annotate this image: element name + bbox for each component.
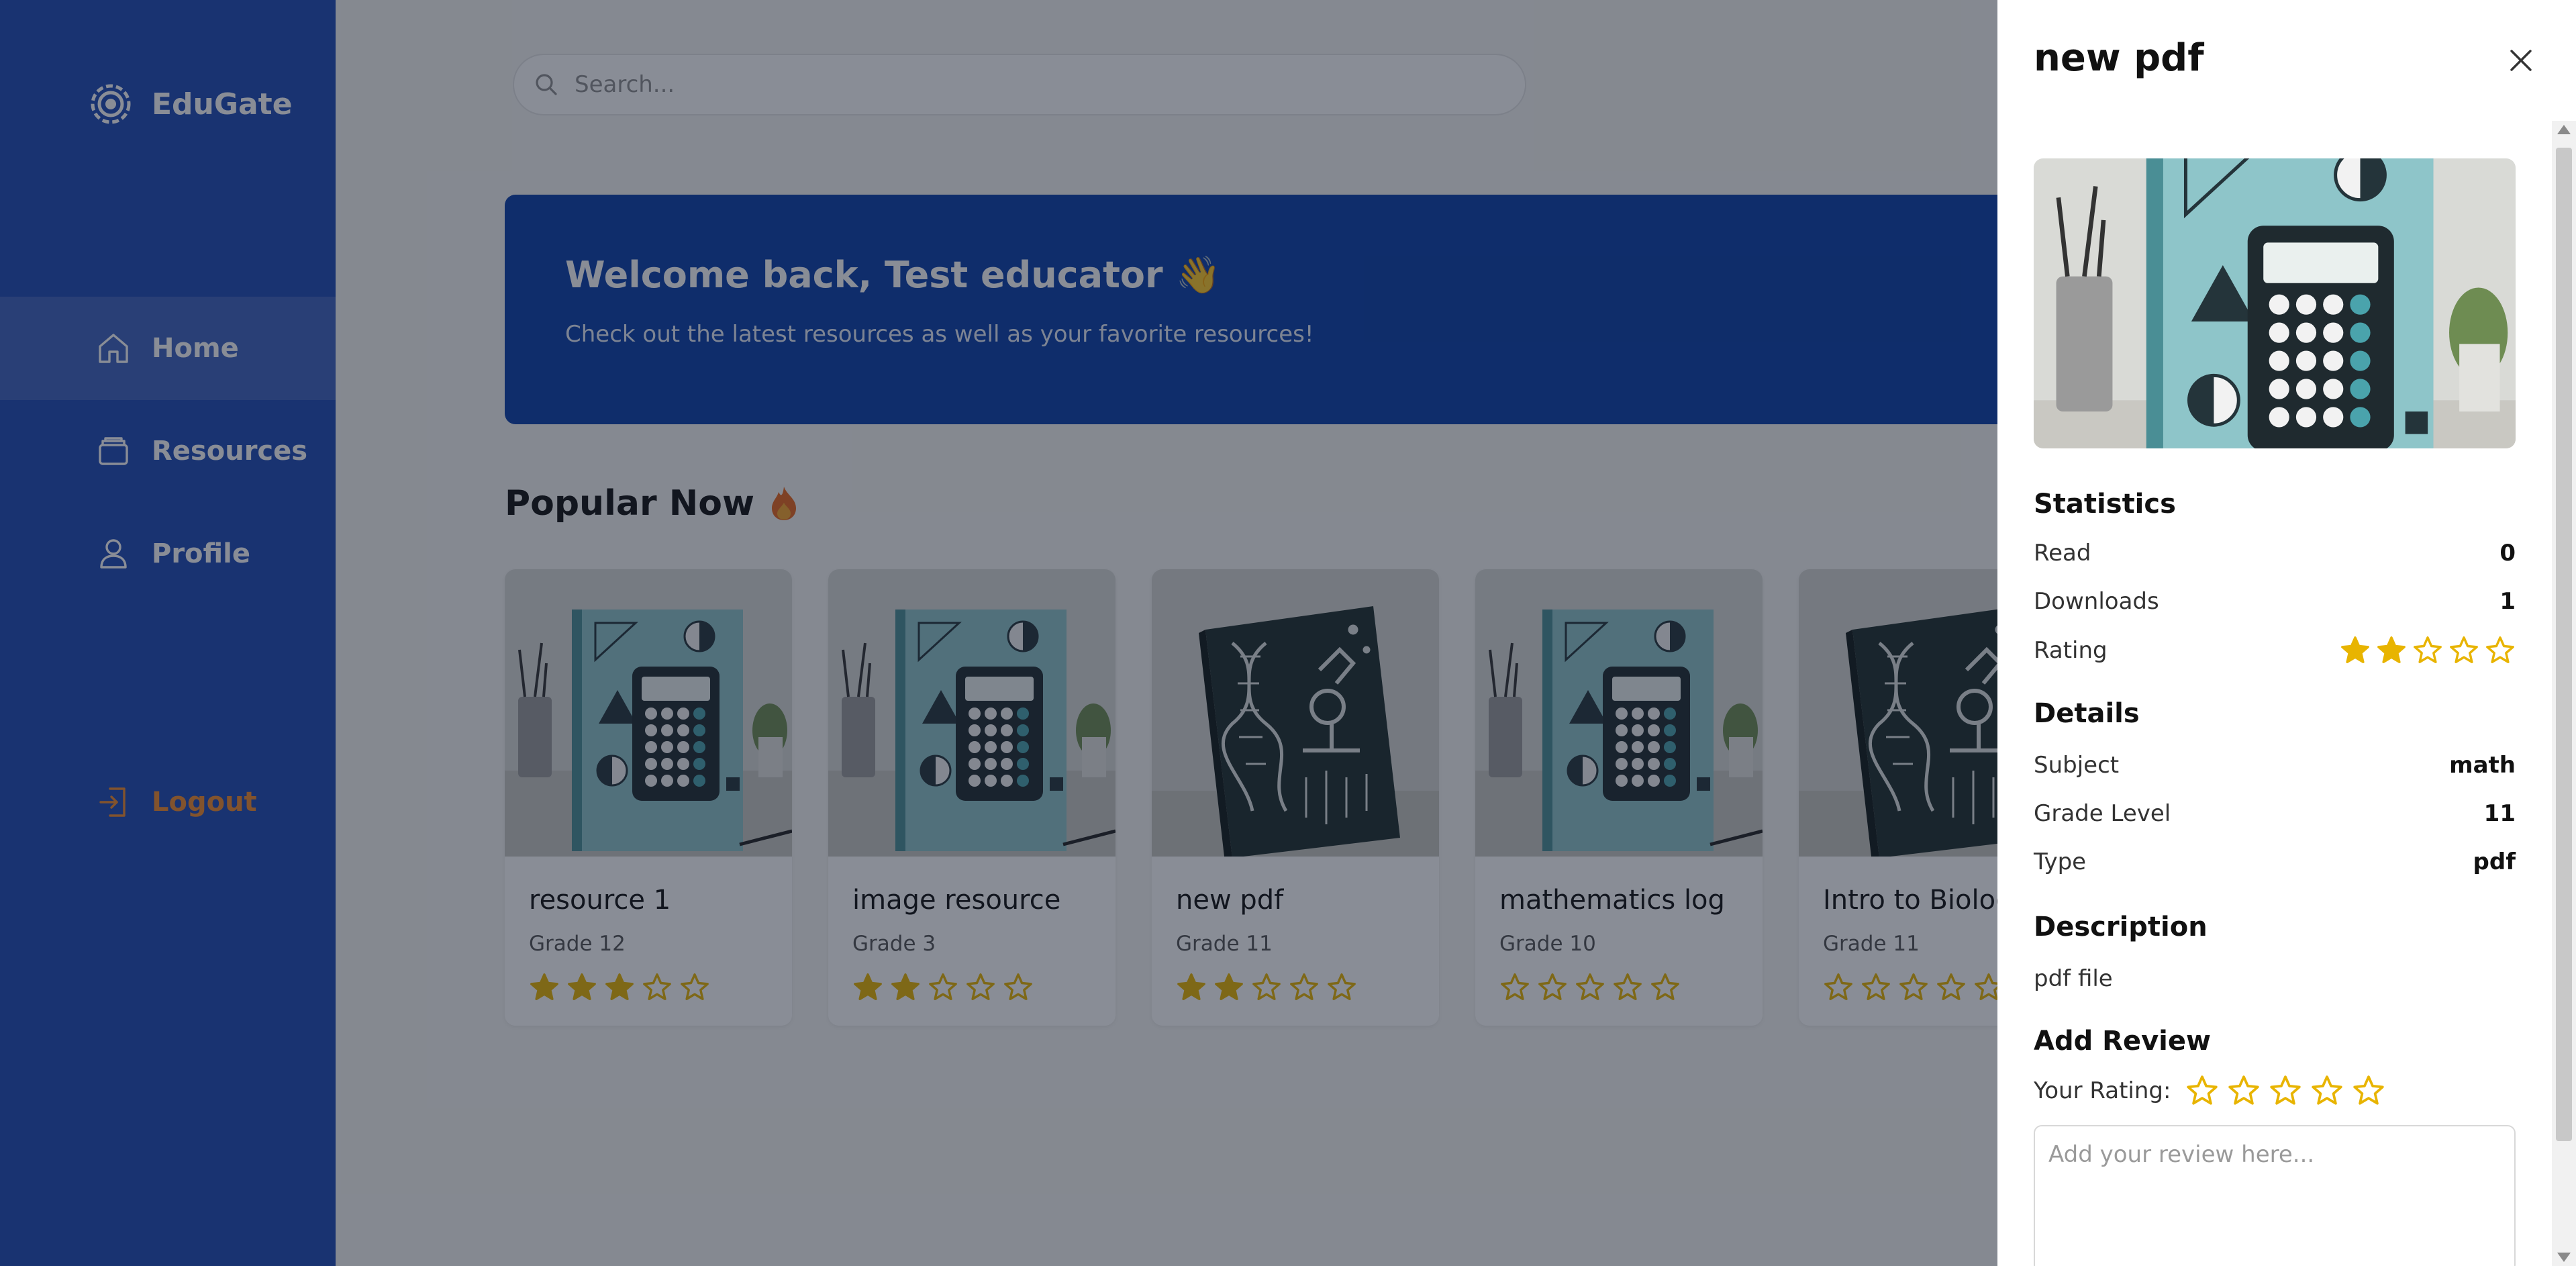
star-empty-icon bbox=[2486, 636, 2514, 663]
scroll-thumb[interactable] bbox=[2556, 148, 2572, 1141]
downloads-label: Downloads bbox=[2034, 588, 2159, 615]
drawer-scrollbar[interactable] bbox=[2552, 121, 2576, 1266]
rate-star-icon[interactable] bbox=[2352, 1074, 2385, 1108]
stat-rating-row: Rating bbox=[2034, 635, 2516, 666]
close-icon[interactable] bbox=[2504, 43, 2538, 78]
type-value: pdf bbox=[2473, 848, 2516, 875]
rate-star-icon[interactable] bbox=[2310, 1074, 2344, 1108]
star-filled-icon bbox=[2341, 636, 2369, 663]
grade-value: 11 bbox=[2483, 800, 2516, 827]
description-title: Description bbox=[2034, 912, 2208, 942]
star-empty-icon bbox=[2450, 636, 2478, 663]
star-empty-icon bbox=[2414, 636, 2442, 663]
add-review-title: Add Review bbox=[2034, 1026, 2211, 1057]
read-label: Read bbox=[2034, 540, 2091, 567]
stat-read-row: Read 0 bbox=[2034, 540, 2516, 567]
rate-star-icon[interactable] bbox=[2185, 1074, 2219, 1108]
rate-star-icon[interactable] bbox=[2269, 1074, 2302, 1108]
rating-stars bbox=[2340, 635, 2516, 666]
drawer-body: Statistics Read 0 Downloads 1 Rating Det… bbox=[1997, 121, 2576, 1266]
detail-type-row: Type pdf bbox=[2034, 848, 2516, 875]
type-label: Type bbox=[2034, 848, 2087, 875]
downloads-value: 1 bbox=[2499, 588, 2516, 615]
grade-label: Grade Level bbox=[2034, 800, 2171, 827]
your-rating-stars bbox=[2185, 1074, 2385, 1108]
scroll-down-arrow-icon[interactable] bbox=[2557, 1253, 2571, 1262]
scroll-up-arrow-icon[interactable] bbox=[2557, 125, 2571, 134]
star-filled-icon bbox=[2377, 636, 2406, 663]
modal-backdrop[interactable] bbox=[0, 0, 1997, 1266]
detail-grade-row: Grade Level 11 bbox=[2034, 800, 2516, 827]
resource-drawer: new pdf Statistics Read 0 Downloads 1 Ra… bbox=[1997, 0, 2576, 1266]
review-textarea[interactable] bbox=[2034, 1125, 2516, 1266]
resource-cover-image bbox=[2034, 158, 2516, 448]
subject-value: math bbox=[2449, 752, 2516, 779]
drawer-header: new pdf bbox=[1997, 0, 2576, 121]
your-rating-label: Your Rating: bbox=[2034, 1077, 2171, 1104]
statistics-title: Statistics bbox=[2034, 489, 2176, 520]
subject-label: Subject bbox=[2034, 752, 2120, 779]
rate-star-icon[interactable] bbox=[2227, 1074, 2261, 1108]
description-text: pdf file bbox=[2034, 965, 2113, 992]
read-value: 0 bbox=[2499, 540, 2516, 567]
your-rating: Your Rating: bbox=[2034, 1074, 2385, 1108]
detail-subject-row: Subject math bbox=[2034, 752, 2516, 779]
drawer-title: new pdf bbox=[2034, 36, 2204, 80]
details-title: Details bbox=[2034, 698, 2140, 729]
stat-downloads-row: Downloads 1 bbox=[2034, 588, 2516, 615]
rating-label: Rating bbox=[2034, 637, 2108, 664]
